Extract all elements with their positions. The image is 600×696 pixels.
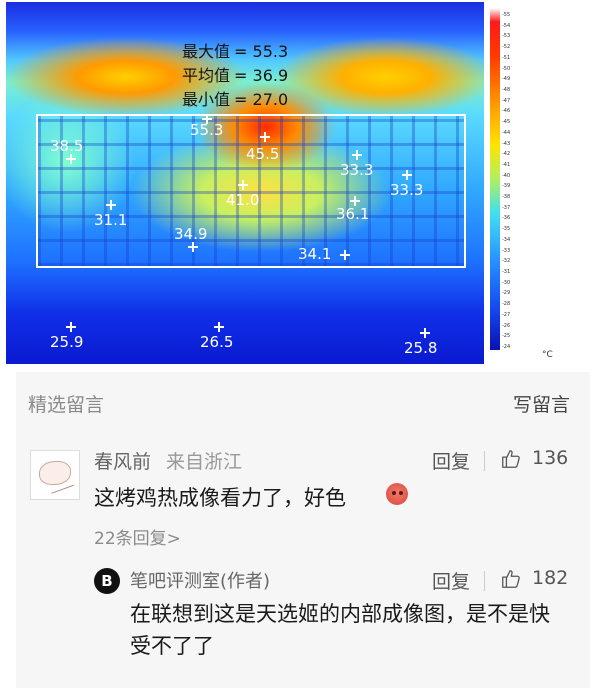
thermal-image: 最大值 = 55.3 平均值 = 36.9 最小值 = 27.0 38.5 55.3 …: [6, 2, 592, 364]
scale-tick-label: -33: [502, 248, 511, 254]
temp-point-label: 55.3: [190, 121, 224, 139]
crosshair-icon: [260, 132, 270, 142]
avg-value-stat: 平均值 = 36.9: [182, 66, 288, 86]
author-logo-icon[interactable]: B: [94, 568, 120, 594]
scale-tick-label: -30: [502, 280, 511, 286]
comment-author[interactable]: 春风前: [94, 447, 151, 474]
divider: [484, 451, 485, 471]
scale-tick-label: -35: [502, 226, 511, 232]
like-count: 182: [532, 567, 569, 589]
section-title: 精选留言: [28, 394, 105, 416]
divider: [484, 571, 485, 591]
max-value: = 55.3: [234, 42, 289, 61]
write-comment-button[interactable]: 写留言: [513, 390, 570, 417]
comment-text: 这烤鸡热成像看力了，好色: [94, 486, 346, 510]
scale-tick-label: -42: [502, 151, 511, 157]
avg-label: 平均值: [182, 66, 231, 85]
view-replies-link[interactable]: 22条回复>: [94, 524, 181, 549]
max-label: 最大值: [182, 42, 231, 61]
scale-tick-label: -32: [502, 258, 511, 264]
comments-header: 精选留言 写留言: [16, 372, 590, 428]
min-value: = 27.0: [234, 90, 289, 109]
crosshair-icon: [66, 154, 76, 164]
scale-tick-label: -47: [502, 98, 511, 104]
thumbs-up-icon[interactable]: [500, 568, 522, 590]
avg-value: = 36.9: [234, 66, 289, 85]
scale-tick-label: -44: [502, 130, 511, 136]
scale-tick-label: -27: [502, 312, 511, 318]
scale-tick-label: -53: [502, 33, 511, 39]
scale-tick-label: -48: [502, 87, 511, 93]
scale-tick-label: -55: [502, 12, 511, 18]
scale-tick-label: -54: [502, 23, 511, 29]
scale-tick-label: -52: [502, 44, 511, 50]
blush-emoji-icon: [386, 483, 408, 505]
scale-tick-label: -26: [502, 323, 511, 329]
scale-tick-label: -39: [502, 183, 511, 189]
crosshair-icon: [402, 170, 412, 180]
crosshair-icon: [350, 196, 360, 206]
crosshair-icon: [352, 150, 362, 160]
crosshair-icon: [202, 114, 212, 124]
temp-point-label: 26.5: [200, 333, 234, 351]
scale-tick-label: -38: [502, 194, 511, 200]
crosshair-icon: [340, 250, 350, 260]
avatar[interactable]: [30, 450, 80, 500]
scale-tick-label: -36: [502, 215, 511, 221]
thumbs-up-icon[interactable]: [500, 448, 522, 470]
temp-point-label: 45.5: [246, 145, 280, 163]
reply-button[interactable]: 回复: [432, 567, 470, 594]
color-scale-ticks: -55 -54 -53 -52 -51 -50 -49 -48 -47 -46 -45 -44 -43 -…: [502, 8, 542, 350]
crosshair-icon: [420, 328, 430, 338]
min-value-stat: 最小值 = 27.0: [182, 90, 288, 110]
scale-tick-label: -25: [502, 333, 511, 339]
comment-location: 来自浙江: [166, 451, 243, 473]
scale-tick-label: -31: [502, 269, 511, 275]
crosshair-icon: [66, 322, 76, 332]
scale-tick-label: -43: [502, 141, 511, 147]
scale-tick-label: -24: [502, 344, 511, 350]
temp-point-label: 25.8: [404, 339, 438, 357]
temp-point-label: 41.0: [226, 191, 260, 209]
scale-tick-label: -51: [502, 55, 511, 61]
scale-tick-label: -41: [502, 162, 511, 168]
temp-point-label: 34.9: [174, 225, 208, 243]
temp-point-label: 25.9: [50, 333, 84, 351]
like-count: 136: [532, 447, 569, 469]
temp-point-label: 34.1: [298, 245, 332, 263]
color-scale-bar: [490, 8, 500, 350]
scale-tick-label: -49: [502, 76, 511, 82]
scale-tick-label: -40: [502, 173, 511, 179]
temp-point-label: 33.3: [390, 181, 424, 199]
unit-label: °C: [542, 350, 553, 360]
scale-tick-label: -46: [502, 108, 511, 114]
comment-text: 在联想到这是天选姬的内部成像图，是不是快受不了了: [130, 602, 550, 658]
scale-tick-label: -34: [502, 237, 511, 243]
scale-tick-label: -37: [502, 205, 511, 211]
crosshair-icon: [188, 242, 198, 252]
comment-author[interactable]: 笔吧评测室(作者): [130, 567, 270, 593]
temp-point-label: 36.1: [336, 205, 370, 223]
thermal-heatmap: 最大值 = 55.3 平均值 = 36.9 最小值 = 27.0 38.5 55.3 …: [6, 2, 484, 364]
crosshair-icon: [238, 180, 248, 190]
reply-button[interactable]: 回复: [432, 447, 470, 474]
comments-panel: 精选留言 写留言 春风前 来自浙江 回复 136 这烤鸡热成像看力了，好色 22…: [16, 372, 590, 688]
scale-tick-label: -29: [502, 290, 511, 296]
scale-tick-label: -28: [502, 301, 511, 307]
temp-point-label: 33.3: [340, 161, 374, 179]
scale-tick-label: -45: [502, 119, 511, 125]
max-value-stat: 最大值 = 55.3: [182, 42, 288, 62]
scale-tick-label: -50: [502, 66, 511, 72]
crosshair-icon: [214, 322, 224, 332]
crosshair-icon: [106, 200, 116, 210]
temp-point-label: 31.1: [94, 211, 128, 229]
min-label: 最小值: [182, 90, 231, 109]
temp-point-label: 38.5: [50, 137, 84, 155]
